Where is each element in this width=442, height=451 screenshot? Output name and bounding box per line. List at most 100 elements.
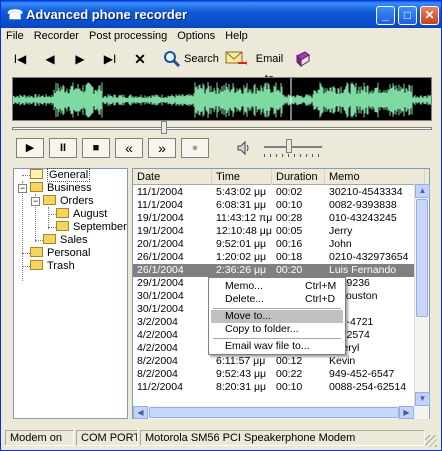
book-button[interactable] [295,49,313,69]
table-row[interactable]: 26/1/2004 1:20:02 μμ 00:18 0210-432973654 [133,251,414,264]
menu-help[interactable]: Help [220,28,253,44]
tree-item-label: Trash [47,260,75,272]
stop-button[interactable]: ■ [82,138,110,158]
collapse-business-icon[interactable]: − [18,184,27,193]
vertical-scrollbar[interactable]: ▲ ▼ [414,184,430,406]
table-row[interactable]: 19/1/2004 12:10:48 μμ 00:05 Jerry [133,225,414,238]
cell-date: 19/1/2004 [137,225,184,237]
tree-item-orders[interactable]: Orders [43,195,94,208]
folder-icon [30,260,43,270]
cell-duration: 00:02 [276,186,303,198]
tree-item-general[interactable]: General [30,168,91,182]
column-header-memo[interactable]: Memo [325,169,425,185]
close-button[interactable]: ✕ [420,6,439,25]
cell-time: 6:08:31 μμ [216,199,267,211]
cell-date: 11/2/2004 [137,381,183,393]
next-record-button[interactable]: ▶ [71,49,89,69]
search-label: Search [184,53,219,65]
horizontal-scrollbar[interactable]: ◀ ▶ [133,406,429,419]
menu-options[interactable]: Options [172,28,220,44]
waveform-display[interactable] [12,77,432,121]
cell-time: 9:52:43 μμ [216,368,267,380]
table-row[interactable]: 11/1/2004 6:08:31 μμ 00:10 0082-9393838 [133,199,414,212]
menu-recorder[interactable]: Recorder [29,28,84,44]
tree-item-label: Business [47,182,92,194]
app-window: ☎ Advanced phone recorder _ □ ✕ File Reco… [0,0,442,451]
seek-slider-thumb[interactable] [161,121,167,134]
table-row[interactable]: 8/2/2004 9:52:43 μμ 00:22 949-452-6547 [133,368,414,381]
tree-item-september[interactable]: September [56,221,127,234]
collapse-orders-icon[interactable]: − [31,197,40,206]
menu-post-processing[interactable]: Post processing [84,28,172,44]
context-delete-item[interactable]: Delete... Ctrl+D [211,293,343,306]
table-row[interactable]: 8/2/2004 6:11:57 μμ 00:12 Kevin [133,355,414,368]
menu-separator [213,338,341,339]
context-email-item[interactable]: Email wav file to... [211,340,343,353]
open-folder-icon [30,169,43,179]
cell-memo: John [329,238,352,250]
cell-time: 11:43:12 πμ [216,212,273,224]
delete-button[interactable]: ✕ [131,49,149,69]
cell-date: 3/2/2004 [137,316,178,328]
resize-grip[interactable] [425,435,437,447]
volume-ticks [264,154,322,157]
context-menu: Memo... Ctrl+M Delete... Ctrl+D Move to.… [208,277,346,355]
search-button[interactable]: Search [163,49,219,69]
folder-icon [56,221,69,231]
play-button[interactable]: ▶ [16,138,44,158]
cell-memo: Luis Fernando [329,264,397,276]
horizontal-scroll-thumb[interactable] [149,407,399,418]
table-row[interactable]: 19/1/2004 11:43:12 πμ 00:28 010-43243245 [133,212,414,225]
volume-track[interactable] [264,146,322,148]
previous-record-button[interactable]: ◀ [41,49,59,69]
tree-item-august[interactable]: August [56,208,107,221]
record-button[interactable]: ● [181,138,209,158]
cell-memo: Kevin [329,355,356,367]
scroll-up-icon[interactable]: ▲ [415,184,430,198]
vertical-scroll-thumb[interactable] [416,199,428,317]
scroll-right-icon[interactable]: ▶ [399,406,414,419]
cell-duration: 00:05 [276,225,303,237]
tree-item-sales[interactable]: Sales [43,234,88,247]
minimize-button[interactable]: _ [376,6,395,25]
scroll-down-icon[interactable]: ▼ [415,392,430,406]
column-header-duration[interactable]: Duration [272,169,325,185]
email-to-button[interactable]: Email to [225,49,287,85]
menu-item-label: Copy to folder... [225,323,299,335]
cell-time: 5:43:02 μμ [216,186,267,198]
maximize-button[interactable]: □ [398,6,417,25]
tree-item-label: Orders [60,195,94,207]
column-header-date[interactable]: Date [133,169,212,185]
scroll-left-icon[interactable]: ◀ [133,406,148,419]
table-row[interactable]: 11/2/2004 8:20:31 μμ 00:10 0088-254-62514 [133,381,414,394]
tree-item-label: August [73,208,108,220]
rewind-button[interactable]: « [115,138,143,158]
folder-tree: − − General Business Orders August Septe… [13,168,128,419]
magnifier-icon [164,51,181,68]
cell-memo: 0210-432973654 [329,251,409,263]
table-row[interactable]: 26/1/2004 2:36:26 μμ 00:20 Luis Fernando [133,264,414,277]
folder-icon [30,247,43,257]
cell-date: 30/1/2004 [137,303,184,315]
tree-item-business[interactable]: Business [30,182,92,195]
first-record-button[interactable]: I◀ [11,49,29,69]
waveform-graph [13,78,431,120]
table-row[interactable]: 11/1/2004 5:43:02 μμ 00:02 30210-4543334 [133,186,414,199]
tree-item-trash[interactable]: Trash [30,260,75,273]
context-copy-item[interactable]: Copy to folder... [211,323,343,336]
menu-file[interactable]: File [1,28,29,44]
last-record-button[interactable]: ▶I [101,49,119,69]
tree-item-personal[interactable]: Personal [30,247,90,260]
context-memo-item[interactable]: Memo... Ctrl+M [211,280,343,293]
cell-date: 8/2/2004 [137,355,178,367]
column-header-time[interactable]: Time [212,169,272,185]
pause-button[interactable]: II [49,138,77,158]
cell-duration: 00:10 [276,199,303,211]
cell-date: 20/1/2004 [137,238,184,250]
table-row[interactable]: 20/1/2004 9:52:01 μμ 00:16 John [133,238,414,251]
context-move-to-item[interactable]: Move to... [211,310,343,323]
title-bar[interactable]: ☎ Advanced phone recorder _ □ ✕ [1,1,441,28]
fast-forward-button[interactable]: » [148,138,176,158]
volume-slider-thumb[interactable] [286,139,292,153]
seek-track[interactable] [12,127,432,130]
